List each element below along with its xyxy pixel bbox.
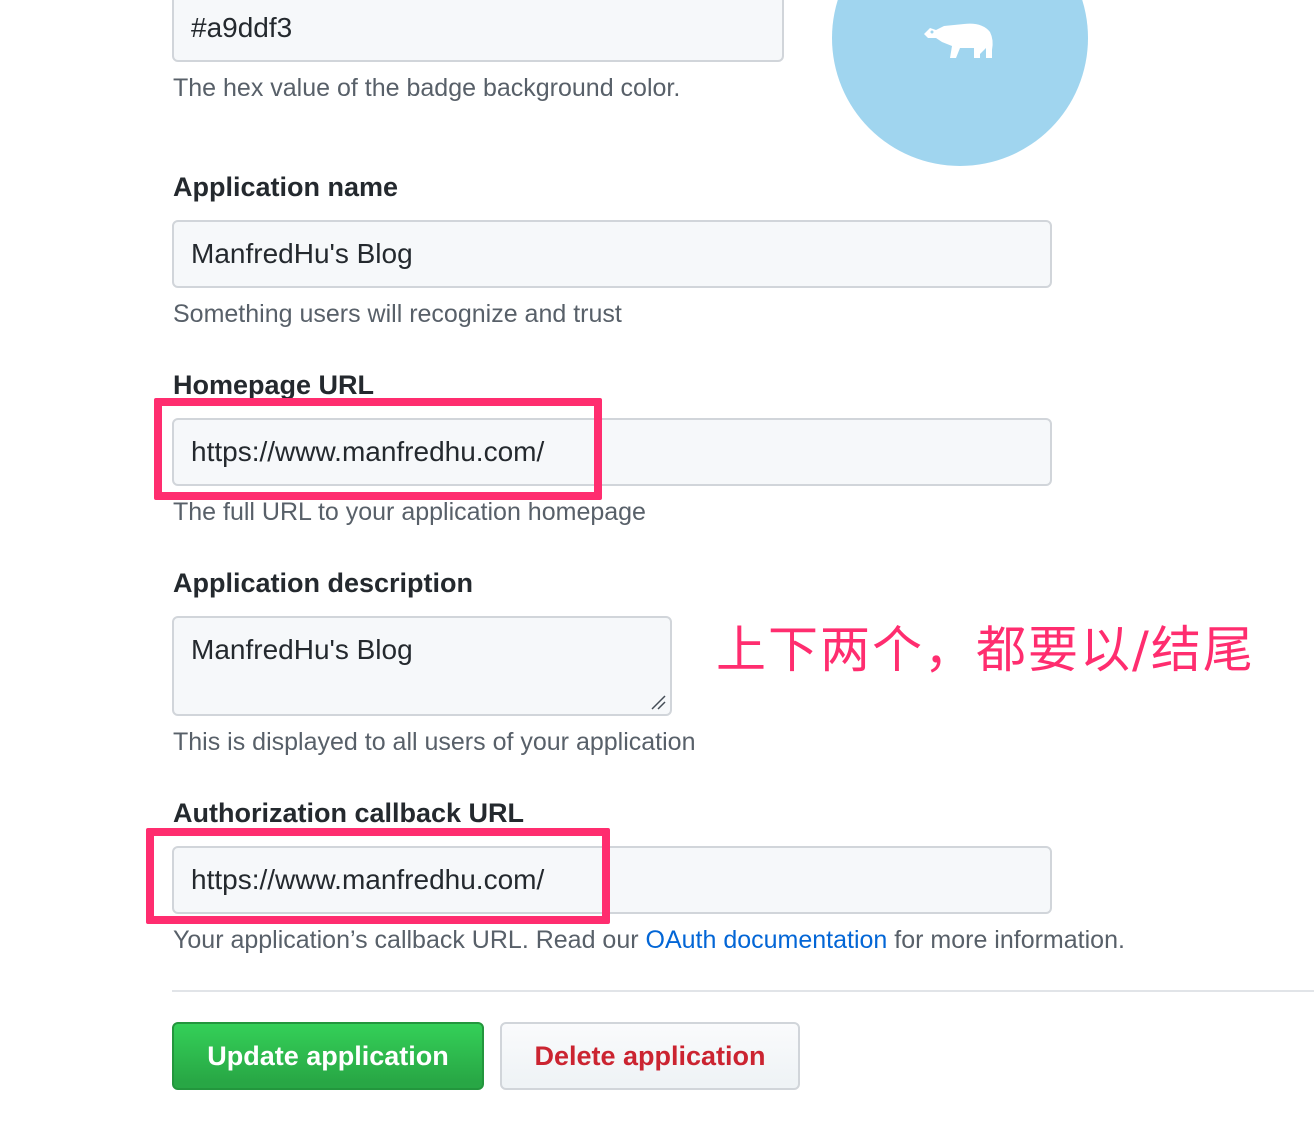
app-name-input[interactable]: ManfredHu's Blog	[172, 220, 1052, 288]
polar-bear-icon	[924, 23, 993, 59]
app-description-hint: This is displayed to all users of your a…	[173, 728, 696, 756]
annotation-text: 上下两个，都要以/结尾	[716, 621, 1255, 679]
callback-hint-prefix: Your application’s callback URL. Read ou…	[173, 926, 646, 954]
badge-preview	[832, 0, 1088, 166]
app-description-value: ManfredHu's Blog	[191, 634, 413, 665]
app-name-label: Application name	[173, 172, 399, 202]
badge-color-input[interactable]: #a9ddf3	[172, 0, 784, 62]
oauth-app-settings-form: #a9ddf3 The hex value of the badge backg…	[0, 0, 1314, 1136]
resize-handle-icon[interactable]	[650, 694, 666, 710]
app-description-textarea[interactable]: ManfredHu's Blog	[172, 616, 672, 716]
form-divider	[172, 990, 1314, 992]
homepage-url-label: Homepage URL	[173, 370, 375, 400]
app-name-hint: Something users will recognize and trust	[173, 300, 622, 328]
delete-application-button[interactable]: Delete application	[500, 1022, 800, 1090]
app-description-label: Application description	[173, 568, 474, 598]
callback-url-label: Authorization callback URL	[173, 798, 525, 828]
callback-url-input[interactable]: https://www.manfredhu.com/	[172, 846, 1052, 914]
callback-url-hint: Your application’s callback URL. Read ou…	[173, 926, 1125, 955]
callback-hint-suffix: for more information.	[887, 926, 1125, 954]
badge-color-hint: The hex value of the badge background co…	[173, 74, 681, 102]
oauth-documentation-link[interactable]: OAuth documentation	[646, 926, 888, 954]
homepage-url-input[interactable]: https://www.manfredhu.com/	[172, 418, 1052, 486]
update-application-button[interactable]: Update application	[172, 1022, 484, 1090]
homepage-url-hint: The full URL to your application homepag…	[173, 498, 646, 526]
